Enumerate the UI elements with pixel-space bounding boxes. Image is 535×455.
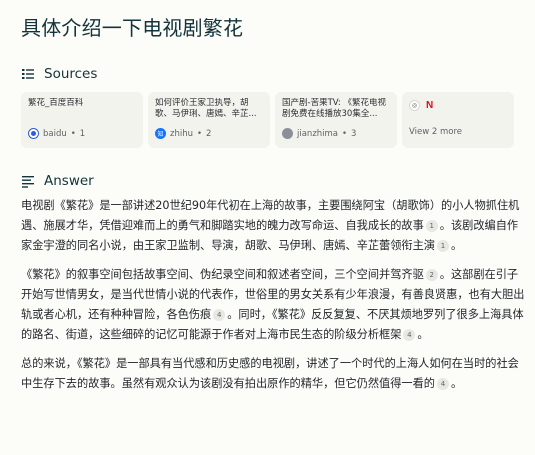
netflix-icon: N — [426, 100, 434, 111]
source-card-title: 如何评价王家卫执导，胡歌、马伊琍、唐嫣、辛芷... — [155, 98, 257, 119]
answer-paragraph: 总的来说，《繁花》是一部具有当代感和历史感的电视剧，讲述了一个时代的上海人如何在… — [21, 354, 529, 394]
answer-lines-icon — [22, 176, 34, 188]
sources-row: 繁花_百度百科 baidu • 1 如何评价王家卫执导，胡歌、马伊琍、唐嫣、辛芷… — [21, 92, 514, 148]
citation-badge[interactable]: 4 — [436, 378, 449, 390]
sources-list-icon — [22, 69, 34, 79]
source-card-meta: 知 zhihu • 2 — [155, 128, 211, 139]
sources-heading-label: Sources — [44, 66, 98, 82]
source-index: 3 — [351, 128, 357, 139]
source-dot: • — [70, 128, 76, 139]
more-source-icons: ◎ N — [409, 100, 507, 111]
page-title: 具体介绍一下电视剧繁花 — [21, 16, 244, 40]
jianzhima-icon — [282, 128, 293, 139]
source-card-jianzhima[interactable]: 国产剧-苦果TV: 《繁花电视剧免费在线播放30集全... jianzhima … — [275, 92, 397, 148]
baidu-icon — [28, 128, 39, 139]
source-site: zhihu — [170, 128, 193, 139]
source-site: baidu — [43, 128, 67, 139]
source-dot: • — [197, 128, 203, 139]
answer-body: 电视剧《繁花》是一部讲述20世纪90年代初在上海的故事，主要围绕阿宝（胡歌饰）的… — [21, 196, 529, 403]
answer-heading-label: Answer — [44, 173, 94, 189]
source-index: 2 — [206, 128, 212, 139]
sources-heading: Sources — [21, 66, 97, 82]
answer-text: 。 — [450, 377, 463, 390]
view-more-card[interactable]: ◎ N View 2 more — [402, 92, 514, 148]
source-index: 1 — [79, 128, 86, 139]
answer-text: 。 — [417, 328, 429, 341]
source-card-title: 繁花_百度百科 — [28, 98, 84, 108]
source-site: jianzhima — [297, 128, 339, 139]
answer-text: 。 — [450, 239, 463, 252]
source-card-zhihu[interactable]: 如何评价王家卫执导，胡歌、马伊琍、唐嫣、辛芷... 知 zhihu • 2 — [148, 92, 270, 148]
citation-badge[interactable]: 4 — [403, 329, 416, 341]
source-card-meta: jianzhima • 3 — [282, 128, 356, 139]
source-card-meta: baidu • 1 — [28, 128, 85, 139]
answer-text: 《繁花》的叙事空间包括故事空间、伪纪录空间和叙述者空间，三个空间并驾齐驱 — [21, 268, 424, 281]
view-more-label: View 2 more — [409, 127, 463, 137]
citation-badge[interactable]: 2 — [425, 269, 438, 281]
answer-paragraph: 《繁花》的叙事空间包括故事空间、伪纪录空间和叙述者空间，三个空间并驾齐驱 2 。这部… — [21, 265, 529, 345]
citation-badge[interactable]: 4 — [213, 309, 226, 321]
source-card-title: 国产剧-苦果TV: 《繁花电视剧免费在线播放30集全... — [282, 98, 386, 119]
citation-badge[interactable]: 1 — [436, 240, 449, 252]
generic-site-icon: ◎ — [409, 100, 420, 111]
source-card-baidu[interactable]: 繁花_百度百科 baidu • 1 — [21, 92, 143, 148]
answer-heading: Answer — [21, 173, 94, 189]
zhihu-icon: 知 — [155, 128, 166, 139]
citation-badge[interactable]: 1 — [425, 220, 438, 232]
source-dot: • — [342, 128, 348, 139]
answer-paragraph: 电视剧《繁花》是一部讲述20世纪90年代初在上海的故事，主要围绕阿宝（胡歌饰）的… — [21, 196, 529, 256]
